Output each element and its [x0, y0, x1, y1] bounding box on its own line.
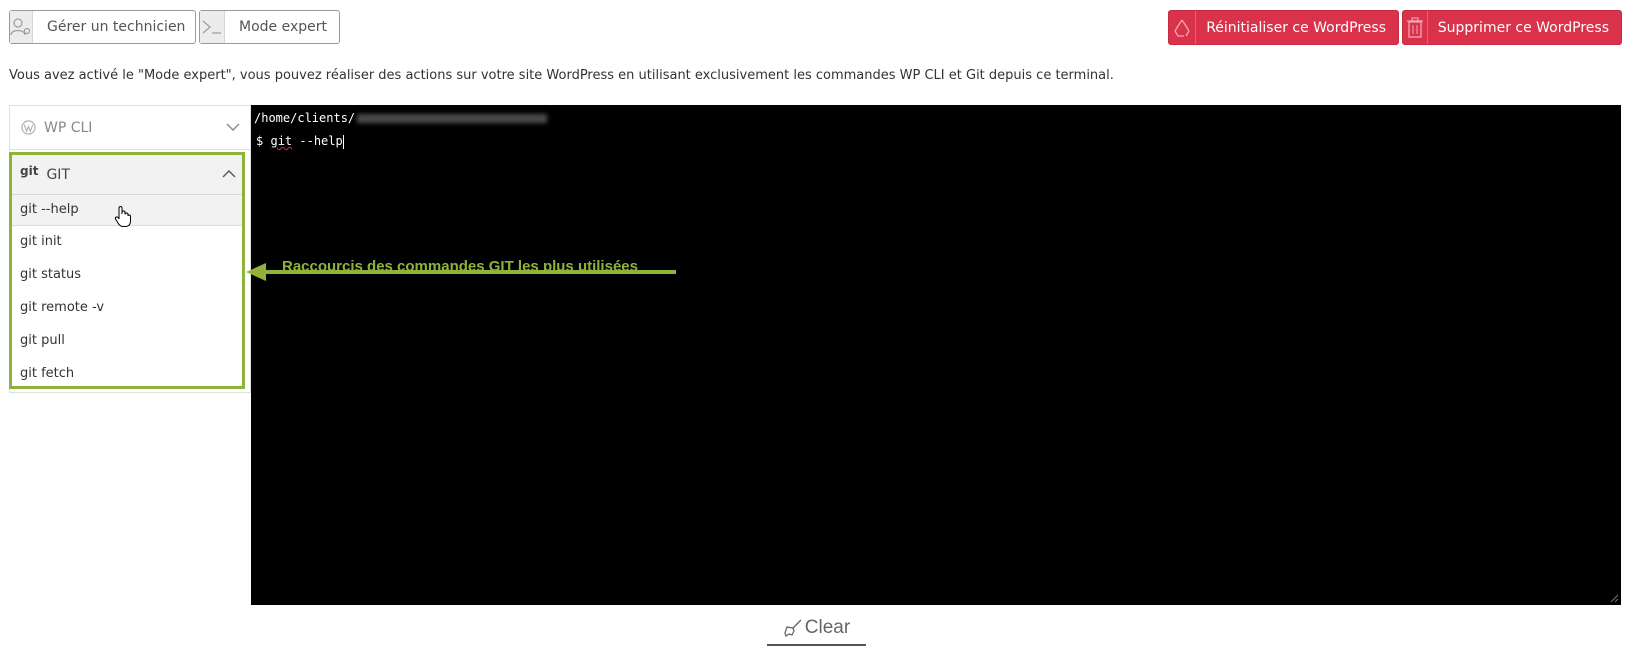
terminal-prompt: $	[256, 134, 264, 148]
recycle-icon	[1169, 11, 1197, 44]
terminal[interactable]: /home/clients/ $ git --help	[251, 105, 1621, 605]
terminal-command-args: --help	[292, 134, 343, 148]
delete-wordpress-label: Supprimer ce WordPress	[1437, 19, 1609, 36]
reset-wordpress-label: Réinitialiser ce WordPress	[1206, 19, 1386, 36]
manage-technician-button[interactable]: Gérer un technicien	[9, 10, 196, 44]
terminal-path: /home/clients/	[254, 111, 548, 125]
chevron-up-icon	[222, 167, 236, 185]
clear-button[interactable]: Clear	[767, 612, 866, 646]
clear-label: Clear	[804, 617, 851, 638]
git-command-item[interactable]: git remote -v	[12, 292, 242, 325]
blurred-path-segment	[357, 114, 548, 123]
annotation-arrow-icon	[246, 263, 676, 281]
git-icon: git	[20, 163, 39, 178]
git-command-item[interactable]: git init	[12, 226, 242, 259]
user-gear-icon	[10, 11, 33, 43]
git-command-item[interactable]: git status	[12, 259, 242, 292]
trash-icon	[1403, 11, 1428, 44]
resize-handle-icon[interactable]	[1609, 593, 1619, 603]
delete-wordpress-button[interactable]: Supprimer ce WordPress	[1402, 10, 1622, 45]
wordpress-icon	[21, 120, 36, 135]
hand-cursor-icon	[114, 206, 131, 227]
expert-mode-info-text: Vous avez activé le "Mode expert", vous …	[9, 68, 1114, 83]
wpcli-accordion-header[interactable]: WP CLI	[9, 105, 251, 150]
git-accordion-header[interactable]: git GIT	[12, 155, 242, 195]
broom-icon	[784, 619, 802, 638]
git-commands-panel: git GIT git --help git init git status g…	[9, 152, 245, 389]
text-caret	[342, 134, 344, 149]
git-command-item[interactable]: git fetch	[12, 358, 242, 391]
expert-mode-button[interactable]: Mode expert	[199, 10, 340, 44]
manage-technician-label: Gérer un technicien	[47, 19, 186, 35]
terminal-command-keyword: git	[270, 134, 293, 148]
terminal-input-line[interactable]: $ git --help	[256, 134, 344, 149]
git-label: GIT	[46, 166, 70, 183]
chevron-down-icon	[226, 120, 240, 138]
wpcli-label: WP CLI	[44, 119, 93, 136]
expert-mode-label: Mode expert	[239, 19, 327, 35]
git-command-item[interactable]: git pull	[12, 325, 242, 358]
reset-wordpress-button[interactable]: Réinitialiser ce WordPress	[1168, 10, 1399, 45]
terminal-prompt-icon	[200, 11, 225, 43]
